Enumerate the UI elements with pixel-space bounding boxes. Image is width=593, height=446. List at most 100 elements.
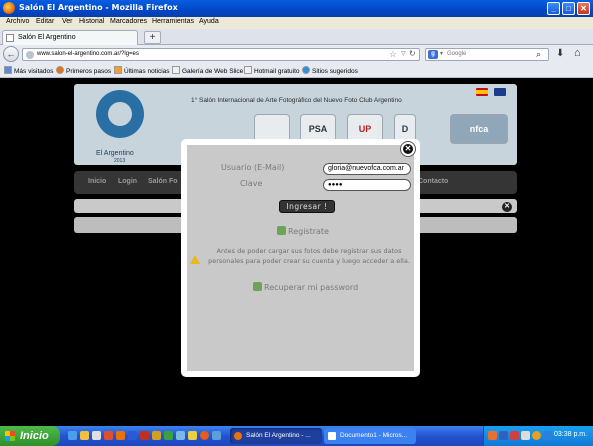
nav-inicio[interactable]: Inicio	[88, 178, 106, 185]
register-label: Registrate	[288, 227, 329, 236]
tray-app-icon[interactable]	[488, 431, 497, 440]
quicklaunch-ie-icon[interactable]	[68, 431, 77, 440]
menu-marcadores[interactable]: Marcadores	[110, 18, 147, 25]
task-label: Documento1 - Micros...	[340, 432, 408, 439]
login-button[interactable]: Ingresar !	[279, 200, 335, 213]
quicklaunch-app-icon[interactable]	[212, 431, 221, 440]
firefox-icon	[56, 66, 64, 74]
quicklaunch-firefox-icon[interactable]	[200, 431, 209, 440]
url-bar[interactable]: www.salon-el-argentino.com.ar/?lg=es ☆ ▽…	[22, 48, 420, 61]
task-word[interactable]: Documento1 - Micros...	[324, 428, 416, 444]
globe-icon	[26, 51, 34, 59]
url-text: www.salon-el-argentino.com.ar/?lg=es	[37, 51, 139, 57]
close-icon[interactable]: ✕	[502, 202, 512, 212]
tray-app-icon[interactable]	[510, 431, 519, 440]
bookmark-hotmail[interactable]: Hotmail gratuito	[244, 66, 300, 75]
ie-icon	[302, 66, 310, 74]
spanish-flag-icon[interactable]	[476, 88, 488, 96]
bookmark-galeria-web-slice[interactable]: Galería de Web Slice	[172, 66, 243, 75]
url-dropdown-icon[interactable]: ▽	[401, 50, 406, 57]
email-field[interactable]: gloria@nuevofca.com.ar	[323, 163, 411, 175]
word-icon	[328, 432, 336, 440]
bookmark-label: Primeros pasos	[66, 68, 112, 75]
menu-ayuda[interactable]: Ayuda	[199, 18, 219, 25]
reload-icon[interactable]: ↻	[409, 49, 416, 58]
quicklaunch-app-icon[interactable]	[164, 431, 173, 440]
bookmarks-toolbar: Más visitados Primeros pasos Últimas not…	[0, 63, 593, 78]
bookmark-star-icon[interactable]: ☆	[389, 49, 397, 60]
site-title: 1° Salón Internacional de Arte Fotográfi…	[191, 97, 402, 104]
menu-ver[interactable]: Ver	[62, 18, 73, 25]
login-modal-body: Usuario (E-Mail) gloria@nuevofca.com.ar …	[187, 145, 414, 371]
system-tray: 03:38 p.m.	[483, 426, 593, 446]
menu-herramientas[interactable]: Herramientas	[152, 18, 194, 25]
tab-strip: Salón El Argentino +	[0, 29, 593, 45]
quicklaunch-folder-icon[interactable]	[80, 431, 89, 440]
page-icon	[172, 66, 180, 74]
search-bar[interactable]: g ▾ Google ⌕	[425, 48, 549, 61]
close-modal-icon[interactable]: ✕	[401, 142, 415, 156]
home-icon[interactable]: ⌂	[574, 47, 581, 59]
taskbar: Inicio Salón El Argentino - ... Document…	[0, 426, 593, 446]
recover-icon	[253, 282, 262, 291]
tray-alert-icon[interactable]	[532, 431, 541, 440]
maximize-button[interactable]: □	[562, 2, 575, 15]
tab-label: Salón El Argentino	[18, 34, 76, 41]
quicklaunch-app-icon[interactable]	[140, 431, 149, 440]
menu-historial[interactable]: Historial	[79, 18, 104, 25]
search-engine-dropdown-icon[interactable]: ▾	[440, 50, 443, 57]
nav-login[interactable]: Login	[118, 178, 137, 185]
quicklaunch-desktop-icon[interactable]	[92, 431, 101, 440]
task-firefox[interactable]: Salón El Argentino - ...	[230, 428, 322, 444]
nav-contacto[interactable]: Contacto	[418, 178, 448, 185]
english-flag-icon[interactable]	[494, 88, 506, 96]
close-window-button[interactable]: ✕	[577, 2, 590, 15]
tray-app-icon[interactable]	[543, 431, 552, 440]
sponsor-logo-nfca: nfca	[450, 114, 508, 144]
bookmark-ultimas-noticias[interactable]: Últimas noticias	[114, 66, 170, 75]
menu-archivo[interactable]: Archivo	[6, 18, 29, 25]
page-content: El Argentino 2013 1° Salón Internacional…	[0, 78, 593, 426]
new-tab-button[interactable]: +	[144, 31, 161, 44]
quicklaunch-firefox-icon[interactable]	[116, 431, 125, 440]
nav-salon[interactable]: Salón Fo	[148, 178, 178, 185]
menu-editar[interactable]: Editar	[36, 18, 54, 25]
bookmark-primeros-pasos[interactable]: Primeros pasos	[56, 66, 111, 75]
bookmark-label: Más visitados	[14, 68, 54, 75]
window-title-bar: Salón El Argentino - Mozilla Firefox _ □…	[0, 0, 593, 17]
task-label: Salón El Argentino - ...	[246, 432, 311, 439]
warning-icon	[190, 255, 200, 264]
google-icon[interactable]: g	[428, 50, 438, 59]
start-label: Inicio	[20, 430, 49, 442]
rss-icon	[114, 66, 122, 74]
register-link[interactable]: Registrate	[277, 226, 329, 236]
page-icon	[244, 66, 252, 74]
navigation-bar: ← www.salon-el-argentino.com.ar/?lg=es ☆…	[0, 45, 593, 63]
tray-network-icon[interactable]	[521, 431, 530, 440]
tray-app-icon[interactable]	[499, 431, 508, 440]
quicklaunch-app-icon[interactable]	[188, 431, 197, 440]
downloads-icon[interactable]: ⬇	[556, 48, 564, 59]
quicklaunch-app-icon[interactable]	[176, 431, 185, 440]
register-notice: Antes de poder cargar sus fotos debe reg…	[208, 247, 410, 265]
window-title: Salón El Argentino - Mozilla Firefox	[19, 3, 178, 12]
recover-password-link[interactable]: Recuperar mi password	[253, 282, 358, 292]
bookmark-label: Hotmail gratuito	[254, 68, 300, 75]
bookmark-sitios-sugeridos[interactable]: Sitios sugeridos	[302, 66, 358, 75]
search-placeholder: Google	[447, 51, 467, 57]
recover-label: Recuperar mi password	[264, 283, 359, 292]
quicklaunch-word-icon[interactable]	[128, 431, 137, 440]
search-icon[interactable]: ⌕	[536, 49, 541, 60]
quicklaunch-media-icon[interactable]	[104, 431, 113, 440]
quicklaunch-app-icon[interactable]	[152, 431, 161, 440]
tab-salon[interactable]: Salón El Argentino	[2, 30, 138, 45]
minimize-button[interactable]: _	[547, 2, 560, 15]
bookmark-label: Galería de Web Slice	[182, 68, 244, 75]
back-button[interactable]: ←	[3, 46, 19, 62]
site-year: 2013	[114, 158, 126, 164]
start-button[interactable]: Inicio	[0, 426, 60, 446]
register-icon	[277, 226, 286, 235]
password-field[interactable]: ●●●●	[323, 179, 411, 191]
bookmark-mas-visitados[interactable]: Más visitados	[4, 66, 53, 75]
menu-bar: Archivo Editar Ver Historial Marcadores …	[0, 17, 593, 29]
